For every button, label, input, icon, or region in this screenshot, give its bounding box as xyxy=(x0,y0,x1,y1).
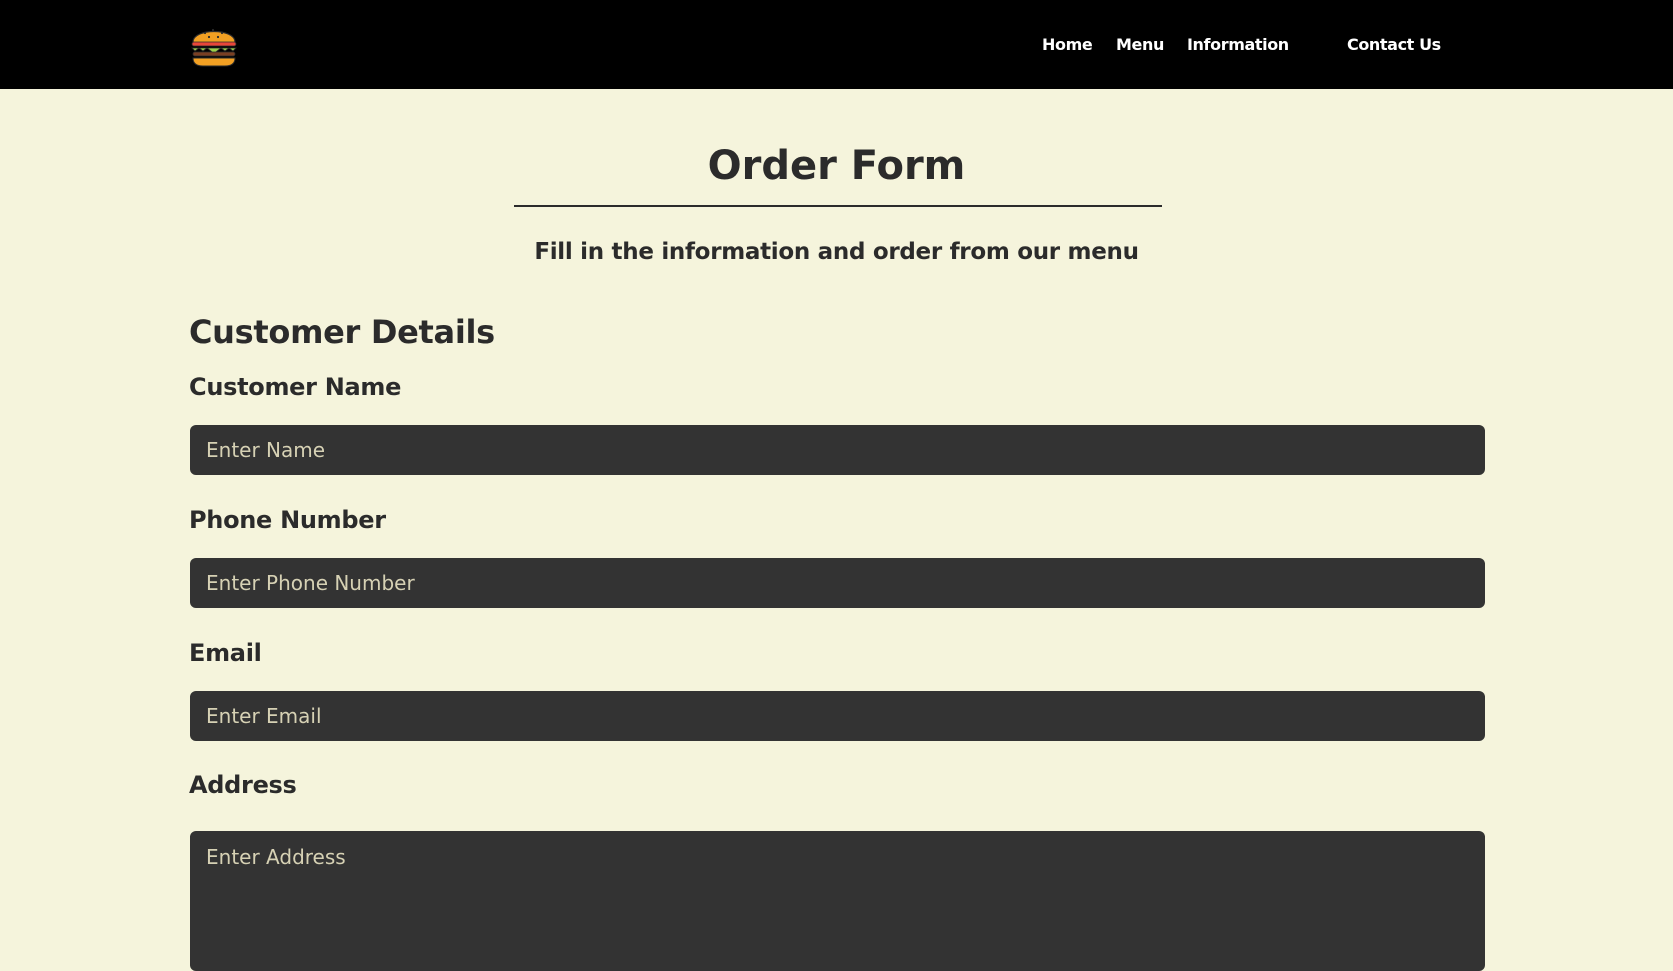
page-title: Order Form xyxy=(707,143,966,189)
email-input[interactable] xyxy=(190,691,1485,741)
phone-number-input[interactable] xyxy=(190,558,1485,608)
nav-link-home[interactable]: Home xyxy=(1042,33,1093,57)
nav-link-information[interactable]: Information xyxy=(1187,33,1289,57)
address-textarea[interactable] xyxy=(190,831,1485,971)
nav-link-contact-us[interactable]: Contact Us xyxy=(1347,33,1441,57)
page-subtitle: Fill in the information and order from o… xyxy=(534,239,1139,265)
phone-number-label: Phone Number xyxy=(189,506,386,534)
nav-link-menu[interactable]: Menu xyxy=(1116,33,1164,57)
title-divider xyxy=(514,205,1162,207)
main-nav: Home Menu Information Contact Us xyxy=(0,33,1673,57)
top-navbar: Home Menu Information Contact Us xyxy=(0,0,1673,89)
customer-name-input[interactable] xyxy=(190,425,1485,475)
email-label: Email xyxy=(189,639,262,667)
customer-details-heading: Customer Details xyxy=(189,313,495,351)
address-label: Address xyxy=(189,771,297,799)
customer-name-label: Customer Name xyxy=(189,373,402,401)
